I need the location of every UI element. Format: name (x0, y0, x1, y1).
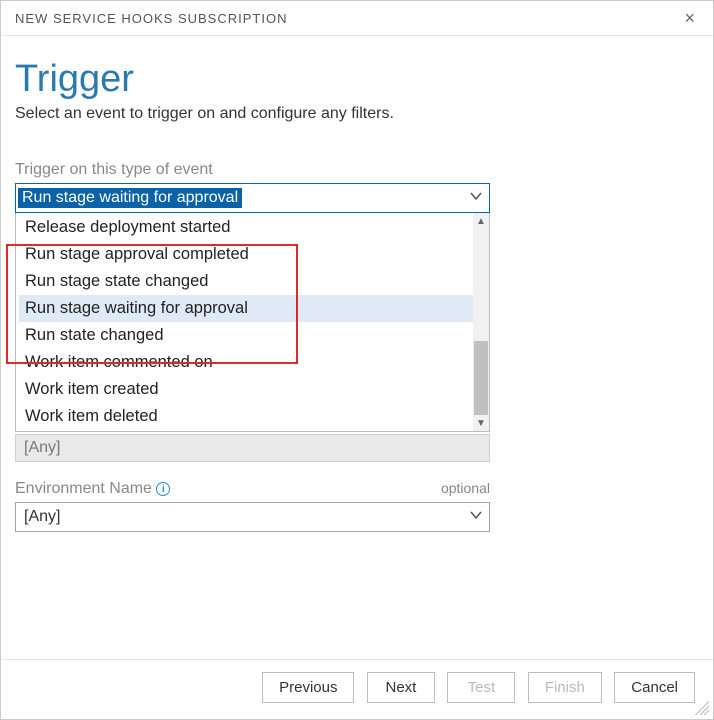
event-dropdown-item[interactable]: Work item commented on (19, 349, 486, 376)
finish-button: Finish (528, 672, 602, 703)
chevron-down-icon (469, 508, 483, 527)
event-dropdown-list: Release deployment startedRun stage appr… (16, 213, 489, 431)
event-select[interactable]: Run stage waiting for approval (15, 183, 490, 213)
environment-select-value: [Any] (24, 508, 60, 526)
event-dropdown-item[interactable]: Work item created (19, 376, 486, 403)
event-dropdown-item[interactable]: Run stage approval completed (19, 241, 486, 268)
dropdown-scrollbar[interactable]: ▲ ▼ (473, 213, 489, 431)
close-icon[interactable]: × (678, 7, 701, 29)
event-dropdown-item[interactable]: Run stage state changed (19, 268, 486, 295)
environment-field: Environment Name i optional [Any] (15, 480, 490, 532)
chevron-down-icon (469, 189, 483, 208)
scroll-down-icon[interactable]: ▼ (473, 415, 489, 431)
pipeline-select-value[interactable]: [Any] (15, 434, 490, 462)
event-select-value: Run stage waiting for approval (18, 188, 242, 208)
event-dropdown-item[interactable]: Release deployment started (19, 214, 486, 241)
event-dropdown-item[interactable]: Run stage waiting for approval (19, 295, 486, 322)
page-heading: Trigger (15, 58, 693, 101)
previous-button[interactable]: Previous (262, 672, 354, 703)
test-button: Test (447, 672, 515, 703)
event-dropdown: Release deployment startedRun stage appr… (15, 213, 490, 432)
event-dropdown-item[interactable]: Work item deleted (19, 403, 486, 430)
info-icon[interactable]: i (156, 482, 170, 496)
scroll-thumb[interactable] (474, 341, 488, 415)
environment-field-label: Environment Name i optional (15, 480, 490, 498)
event-field-label: Trigger on this type of event (15, 161, 490, 179)
scroll-up-icon[interactable]: ▲ (473, 213, 489, 229)
dialog-title: NEW SERVICE HOOKS SUBSCRIPTION (15, 11, 287, 26)
optional-tag: optional (441, 480, 490, 496)
content-area: Trigger Select an event to trigger on an… (1, 36, 713, 532)
environment-label-text: Environment Name (15, 480, 152, 497)
environment-select[interactable]: [Any] (15, 502, 490, 532)
cancel-button[interactable]: Cancel (614, 672, 695, 703)
dialog-frame: NEW SERVICE HOOKS SUBSCRIPTION × Trigger… (0, 0, 714, 720)
event-field: Trigger on this type of event Run stage … (15, 161, 490, 432)
event-dropdown-item[interactable]: Run state changed (19, 322, 486, 349)
titlebar: NEW SERVICE HOOKS SUBSCRIPTION × (1, 1, 713, 36)
next-button[interactable]: Next (367, 672, 435, 703)
page-subheading: Select an event to trigger on and config… (15, 105, 693, 123)
footer: Previous Next Test Finish Cancel (1, 659, 713, 719)
resize-handle-icon[interactable] (695, 701, 709, 715)
